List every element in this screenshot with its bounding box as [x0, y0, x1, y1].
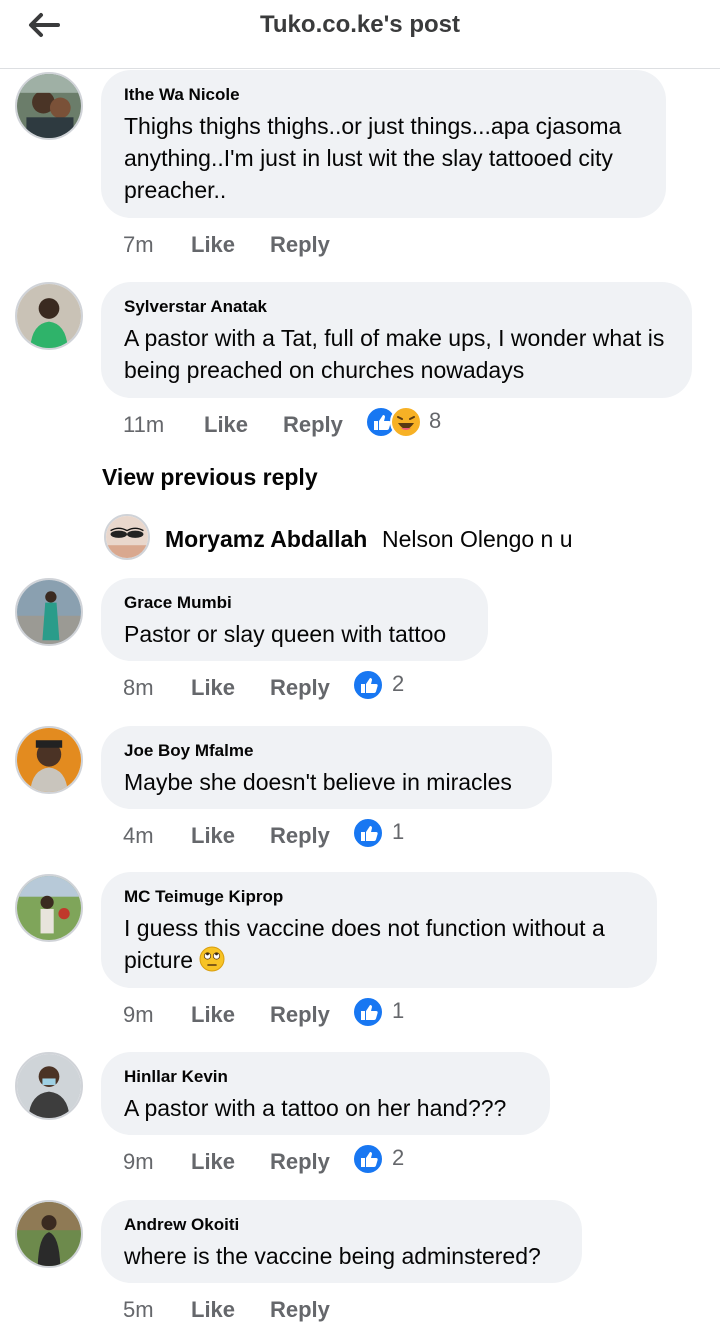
- avatar[interactable]: [15, 726, 83, 794]
- comment-time: 8m: [123, 675, 154, 700]
- reply-preview[interactable]: Moryamz Abdallah Nelson Olengo n u: [104, 514, 704, 560]
- avatar[interactable]: [15, 578, 83, 646]
- eye-roll-emoji-icon: [199, 946, 225, 972]
- comment-text: I guess this vaccine does not function w…: [124, 912, 635, 976]
- haha-reaction-icon[interactable]: [390, 406, 422, 438]
- reaction-count[interactable]: 8: [429, 406, 441, 436]
- reaction-count[interactable]: 1: [392, 817, 404, 847]
- comment-text: Thighs thighs thighs..or just things...a…: [124, 113, 622, 203]
- comment-time: 9m: [123, 1149, 154, 1174]
- comment-author[interactable]: Ithe Wa Nicole: [124, 86, 644, 104]
- top-bar: Tuko.co.ke's post: [0, 0, 720, 69]
- comment-actions: 8m Like Reply 2: [123, 669, 523, 703]
- reply-button[interactable]: Reply: [270, 821, 330, 851]
- like-button[interactable]: Like: [191, 1147, 235, 1177]
- comment-time: 7m: [123, 232, 154, 257]
- comment-author[interactable]: MC Teimuge Kiprop: [124, 888, 635, 906]
- like-button[interactable]: Like: [191, 1000, 235, 1030]
- comment-actions: 9m Like Reply 2: [123, 1143, 523, 1177]
- comment-time: 9m: [123, 1002, 154, 1027]
- reply-button[interactable]: Reply: [270, 1000, 330, 1030]
- like-button[interactable]: Like: [191, 821, 235, 851]
- reaction-count[interactable]: 2: [392, 1143, 404, 1173]
- comment-text: A pastor with a tattoo on her hand???: [124, 1095, 507, 1121]
- like-reaction-icon[interactable]: [352, 1143, 384, 1175]
- like-button[interactable]: Like: [191, 1295, 235, 1325]
- comment-bubble[interactable]: Sylverstar Anatak A pastor with a Tat, f…: [101, 282, 692, 398]
- comment-bubble[interactable]: Andrew Okoiti where is the vaccine being…: [101, 1200, 582, 1283]
- like-reaction-icon[interactable]: [352, 669, 384, 701]
- comment-actions: 9m Like Reply 1: [123, 996, 523, 1030]
- reply-button[interactable]: Reply: [283, 410, 343, 440]
- comment-actions: 7m Like Reply: [123, 230, 523, 260]
- comment-text-content: I guess this vaccine does not function w…: [124, 915, 605, 973]
- reply-button[interactable]: Reply: [270, 1295, 330, 1325]
- comment-time: 4m: [123, 823, 154, 848]
- avatar[interactable]: [15, 1052, 83, 1120]
- like-reaction-icon[interactable]: [352, 817, 384, 849]
- comment-author[interactable]: Joe Boy Mfalme: [124, 742, 530, 760]
- reply-button[interactable]: Reply: [270, 673, 330, 703]
- reply-button[interactable]: Reply: [270, 230, 330, 260]
- like-button[interactable]: Like: [191, 230, 235, 260]
- page-title: Tuko.co.ke's post: [260, 11, 460, 38]
- comment-text: Pastor or slay queen with tattoo: [124, 621, 447, 647]
- comment-bubble[interactable]: MC Teimuge Kiprop I guess this vaccine d…: [101, 872, 657, 988]
- comment-bubble[interactable]: Grace Mumbi Pastor or slay queen with ta…: [101, 578, 488, 661]
- reply-author[interactable]: Moryamz Abdallah: [165, 526, 367, 553]
- comment-text: A pastor with a Tat, full of make ups, I…: [124, 325, 665, 383]
- reply-button[interactable]: Reply: [270, 1147, 330, 1177]
- avatar[interactable]: [15, 282, 83, 350]
- avatar[interactable]: [15, 72, 83, 140]
- like-reaction-icon[interactable]: [352, 996, 384, 1028]
- comment-bubble[interactable]: Ithe Wa Nicole Thighs thighs thighs..or …: [101, 70, 666, 218]
- comment-author[interactable]: Sylverstar Anatak: [124, 298, 670, 316]
- comment-author[interactable]: Hinllar Kevin: [124, 1068, 528, 1086]
- comment-author[interactable]: Grace Mumbi: [124, 594, 466, 612]
- like-button[interactable]: Like: [191, 673, 235, 703]
- reply-text: Nelson Olengo n u: [382, 526, 573, 552]
- avatar[interactable]: [15, 1200, 83, 1268]
- avatar[interactable]: [104, 514, 150, 560]
- comment-author[interactable]: Andrew Okoiti: [124, 1216, 560, 1234]
- view-previous-reply-link[interactable]: View previous reply: [102, 464, 318, 491]
- comment-bubble[interactable]: Hinllar Kevin A pastor with a tattoo on …: [101, 1052, 550, 1135]
- comment-actions: 5m Like Reply: [123, 1295, 523, 1325]
- reaction-count[interactable]: 1: [392, 996, 404, 1026]
- like-button[interactable]: Like: [204, 410, 248, 440]
- comment-bubble[interactable]: Joe Boy Mfalme Maybe she doesn't believe…: [101, 726, 552, 809]
- comment-time: 5m: [123, 1297, 154, 1322]
- comment-time: 11m: [123, 412, 165, 437]
- comment-actions: 11m Like Reply 8: [123, 406, 523, 440]
- comment-text: where is the vaccine being adminstered?: [124, 1243, 541, 1269]
- comment-text: Maybe she doesn't believe in miracles: [124, 769, 512, 795]
- comment-actions: 4m Like Reply 1: [123, 817, 523, 851]
- reaction-count[interactable]: 2: [392, 669, 404, 699]
- avatar[interactable]: [15, 874, 83, 942]
